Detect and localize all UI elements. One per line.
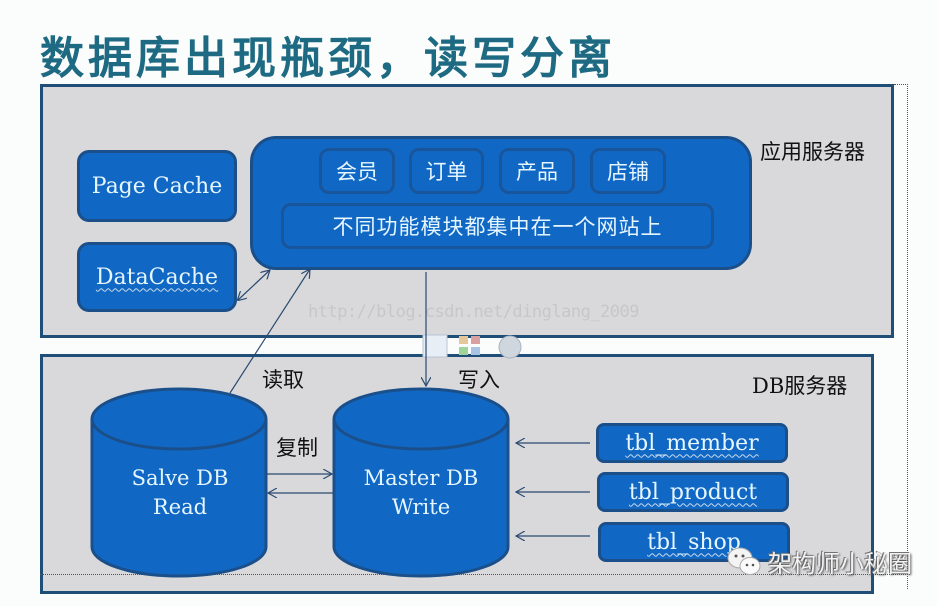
table-product: tbl_product <box>597 472 789 512</box>
slave-db-name: Salve DB <box>131 466 229 490</box>
wechat-icon <box>727 547 761 575</box>
master-db-role: Write <box>391 495 451 519</box>
read-label: 读取 <box>262 368 304 392</box>
signature-text: 架构师小秘圈 <box>768 550 912 578</box>
write-label: 写入 <box>458 368 500 392</box>
wechat-signature: 架构师小秘圈 <box>726 544 912 579</box>
replicate-label: 复制 <box>276 436 318 460</box>
table-member: tbl_member <box>596 423 788 463</box>
master-db-label: Master DB Write <box>350 464 492 522</box>
cache-app-arrow <box>238 270 270 300</box>
table-product-label: tbl_product <box>628 479 758 505</box>
toolbar-icons <box>422 334 522 359</box>
slave-db-label: Salve DB Read <box>110 464 250 522</box>
table-member-label: tbl_member <box>625 430 759 456</box>
grid-icon-b <box>471 336 480 344</box>
grid-icon-a <box>459 336 468 344</box>
slave-db-role: Read <box>152 495 208 519</box>
media-icon <box>498 335 522 359</box>
master-db-name: Master DB <box>363 466 479 490</box>
grid-icon-c <box>459 347 468 355</box>
grid-icon-d <box>471 347 480 355</box>
